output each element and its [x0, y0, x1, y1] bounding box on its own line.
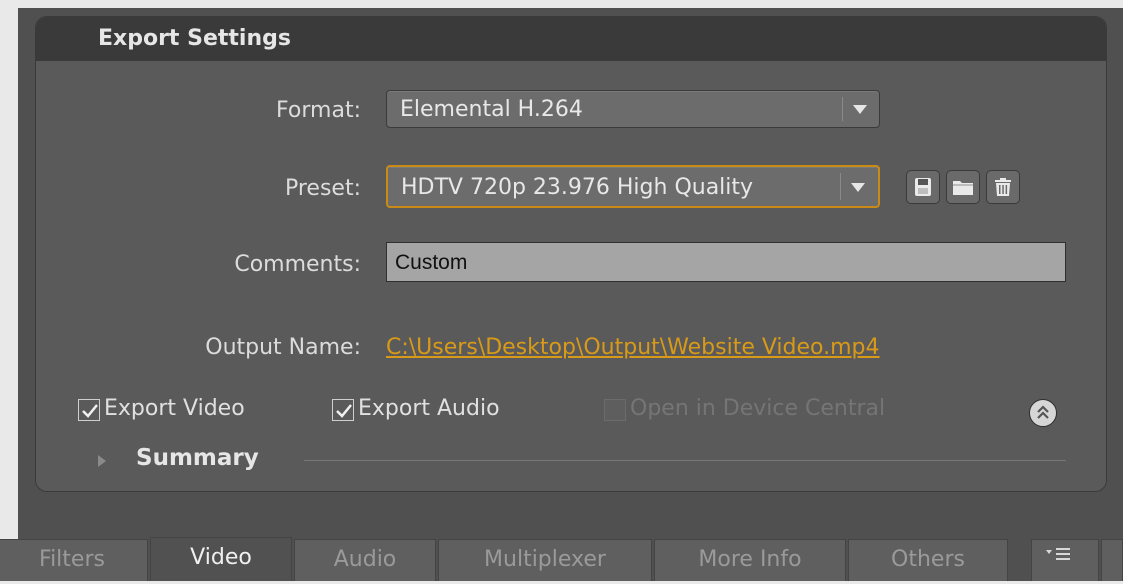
open-in-device-central-label: Open in Device Central	[630, 396, 886, 421]
export-settings-panel: Export Settings Format: Elemental H.264 …	[35, 16, 1107, 492]
tab-filters[interactable]: Filters	[0, 539, 148, 581]
panel-title: Export Settings	[98, 26, 291, 51]
tab-bar: Filters Video Audio Multiplexer More Inf…	[0, 529, 1123, 581]
delete-preset-button[interactable]	[986, 170, 1020, 204]
preset-label: Preset:	[284, 176, 361, 201]
tab-menu-button[interactable]	[1031, 539, 1099, 581]
summary-label[interactable]: Summary	[136, 445, 259, 471]
tab-video[interactable]: Video	[150, 537, 292, 581]
save-preset-button[interactable]	[906, 170, 940, 204]
export-video-checkbox[interactable]	[78, 399, 100, 421]
chevron-down-icon	[853, 105, 867, 114]
tab-multiplexer[interactable]: Multiplexer	[438, 539, 652, 581]
dropdown-separator	[840, 173, 841, 200]
tab-audio[interactable]: Audio	[294, 539, 436, 581]
export-video-label[interactable]: Export Video	[104, 396, 245, 421]
format-value: Elemental H.264	[400, 97, 583, 122]
checkmark-icon	[336, 404, 352, 418]
output-name-label: Output Name:	[205, 335, 361, 360]
summary-divider	[304, 460, 1066, 461]
collapse-button[interactable]	[1029, 399, 1057, 427]
panel-menu-icon	[1046, 548, 1070, 560]
import-preset-button[interactable]	[946, 170, 980, 204]
tab-others[interactable]: Others	[848, 539, 1008, 581]
export-settings-window: Export Settings Format: Elemental H.264 …	[0, 0, 1123, 581]
delete-preset-icon	[995, 178, 1011, 196]
dropdown-separator	[842, 97, 843, 121]
output-name-link[interactable]: C:\Users\Desktop\Output\Website Video.mp…	[386, 335, 880, 360]
tab-more-info[interactable]: More Info	[654, 539, 846, 581]
open-in-device-central-checkbox[interactable]	[604, 399, 626, 421]
preset-value: HDTV 720p 23.976 High Quality	[401, 175, 754, 200]
comments-label: Comments:	[234, 252, 361, 277]
save-preset-icon	[915, 178, 931, 196]
chevron-down-icon	[851, 183, 865, 192]
double-chevron-up-icon	[1037, 405, 1049, 419]
export-audio-checkbox[interactable]	[332, 399, 354, 421]
comments-field[interactable]: Custom	[386, 242, 1066, 282]
panel-header: Export Settings	[36, 17, 1106, 62]
expand-triangle-icon[interactable]	[98, 455, 106, 467]
format-dropdown[interactable]: Elemental H.264	[386, 90, 880, 128]
format-label: Format:	[276, 98, 361, 123]
import-preset-icon	[953, 181, 973, 195]
tab-overflow	[1101, 539, 1123, 581]
preset-dropdown[interactable]: HDTV 720p 23.976 High Quality	[386, 165, 880, 208]
checkmark-icon	[82, 404, 98, 418]
export-audio-label[interactable]: Export Audio	[358, 396, 500, 421]
